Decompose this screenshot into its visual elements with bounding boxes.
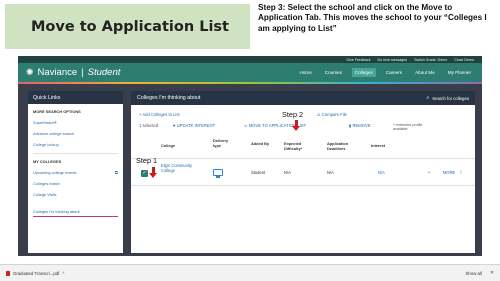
chevron-up-icon[interactable]: ˄ <box>62 271 64 275</box>
utility-bar: Give Feedback No new messages Switch Gra… <box>18 56 482 63</box>
panel-header: Colleges I'm thinking about ⌕ Search for… <box>131 91 475 105</box>
naviance-logo[interactable]: ✺ Naviance | Student <box>26 67 120 78</box>
college-search-label: Search for colleges <box>432 95 469 101</box>
close-icon[interactable]: ✕ <box>490 270 494 276</box>
external-link-icon: ⧉ <box>114 170 118 175</box>
deadline-value: N/A <box>327 170 334 175</box>
naviance-star-icon: ✺ <box>26 67 34 77</box>
step2-arrow-icon <box>292 120 300 131</box>
more-options-icon[interactable]: ⋮ <box>459 169 463 174</box>
step2-label: Step 2 <box>282 110 304 119</box>
col-application-deadlines[interactable]: Application Deadlines <box>327 141 361 151</box>
quick-links-panel: Quick Links MORE SEARCH OPTIONS SuperMat… <box>28 91 123 253</box>
col-added-by[interactable]: Added By <box>251 141 271 147</box>
main-navbar: ✺ Naviance | Student Home Courses Colleg… <box>18 63 482 82</box>
product-name: Student <box>87 67 121 78</box>
interest-value[interactable]: N/A <box>378 170 385 175</box>
table-row: ✓ Elgin Community College Student N/A N/… <box>131 160 475 186</box>
download-item[interactable]: Graduated Transcri...pdf ˄ <box>0 270 65 276</box>
sidebar-item-advance-search[interactable]: Advance college search <box>28 125 123 136</box>
selected-count: 1 selected <box>139 123 159 128</box>
difficulty-value: N/A <box>284 170 291 175</box>
update-interest-button[interactable]: ♥ UPDATE INTEREST <box>173 123 244 128</box>
show-all-button[interactable]: Show all <box>466 271 482 276</box>
col-interest[interactable]: Interest <box>371 143 385 149</box>
slide: Move to Application List Step 3: Select … <box>0 0 500 281</box>
brand-separator: | <box>81 67 84 78</box>
table-header: College Delivery type Added By Expected … <box>131 135 475 159</box>
remove-button[interactable]: ▮ REMOVE <box>349 123 393 128</box>
sidebar-item-college-lookup[interactable]: College lookup <box>28 136 123 147</box>
nav-courses[interactable]: Courses <box>322 68 345 77</box>
panel-title: Colleges I'm thinking about <box>137 95 201 101</box>
download-filename: Graduated Transcri...pdf <box>13 270 60 276</box>
nav-about-me[interactable]: About Me <box>412 68 438 77</box>
sidebar-item-thinking-about[interactable]: Colleges I'm thinking about <box>33 203 118 217</box>
nav-colleges[interactable]: Colleges <box>351 68 376 77</box>
nav-my-planner[interactable]: My Planner <box>445 68 474 77</box>
sidebar-item-supermatch[interactable]: SuperMatch® <box>28 114 123 125</box>
nav-careers[interactable]: Careers <box>383 68 405 77</box>
nav-home[interactable]: Home <box>297 68 315 77</box>
sidebar-item-colleges-match[interactable]: Colleges match <box>28 175 123 186</box>
step1-arrow-icon <box>149 167 157 178</box>
download-bar: Graduated Transcri...pdf ˄ Show all ✕ <box>0 264 500 281</box>
added-by-value: Student <box>251 170 266 175</box>
college-search[interactable]: ⌕ Search for colleges <box>426 95 469 101</box>
college-name-link[interactable]: Elgin Community College <box>161 163 201 173</box>
more-search-heading: MORE SEARCH OPTIONS <box>33 109 81 114</box>
row-checkbox[interactable]: ✓ <box>141 170 148 177</box>
give-feedback-link[interactable]: Give Feedback <box>346 58 370 62</box>
add-colleges-link[interactable]: + Add Colleges to List <box>139 112 180 117</box>
pdf-file-icon <box>6 270 10 276</box>
close-demo-link[interactable]: Close Demo <box>454 58 474 62</box>
monitor-icon <box>213 169 223 178</box>
brand-name: Naviance <box>37 67 78 78</box>
nav-accent-stripe <box>18 82 482 84</box>
col-delivery-type[interactable]: Delivery type <box>213 138 237 148</box>
step-instruction: Step 3: Select the school and click on t… <box>258 3 487 33</box>
slide-title-box: Move to Application List <box>5 4 250 49</box>
col-expected-difficulty[interactable]: Expected Difficulty* <box>284 141 318 151</box>
naviance-screenshot: Give Feedback No new messages Switch Gra… <box>18 56 482 256</box>
bulk-actions-row: 1 selected ♥ UPDATE INTEREST ⇨ MOVE TO A… <box>131 117 475 132</box>
nav-links: Home Courses Colleges Careers About Me M… <box>297 68 483 77</box>
slide-title: Move to Application List <box>31 18 229 35</box>
extended-profile-note: + extended profile available <box>393 123 423 132</box>
messages-link[interactable]: No new messages <box>378 58 408 62</box>
chevron-down-icon[interactable]: ⌄ <box>427 169 431 175</box>
compare-link[interactable]: ⚖ Compare File <box>317 112 347 117</box>
step1-label: Step 1 <box>136 156 158 165</box>
search-icon: ⌕ <box>426 95 430 101</box>
quick-links-title: Quick Links <box>28 91 123 104</box>
col-college[interactable]: College <box>161 143 175 149</box>
switch-grade-link[interactable]: Switch Grade: Demo <box>414 58 447 62</box>
sidebar-item-upcoming-events[interactable]: Upcoming college events ⧉ <box>28 164 123 175</box>
more-link[interactable]: MORE <box>443 170 455 175</box>
sidebar-item-college-visits[interactable]: College Visits <box>28 186 123 197</box>
my-colleges-heading: MY COLLEGES <box>33 159 62 164</box>
